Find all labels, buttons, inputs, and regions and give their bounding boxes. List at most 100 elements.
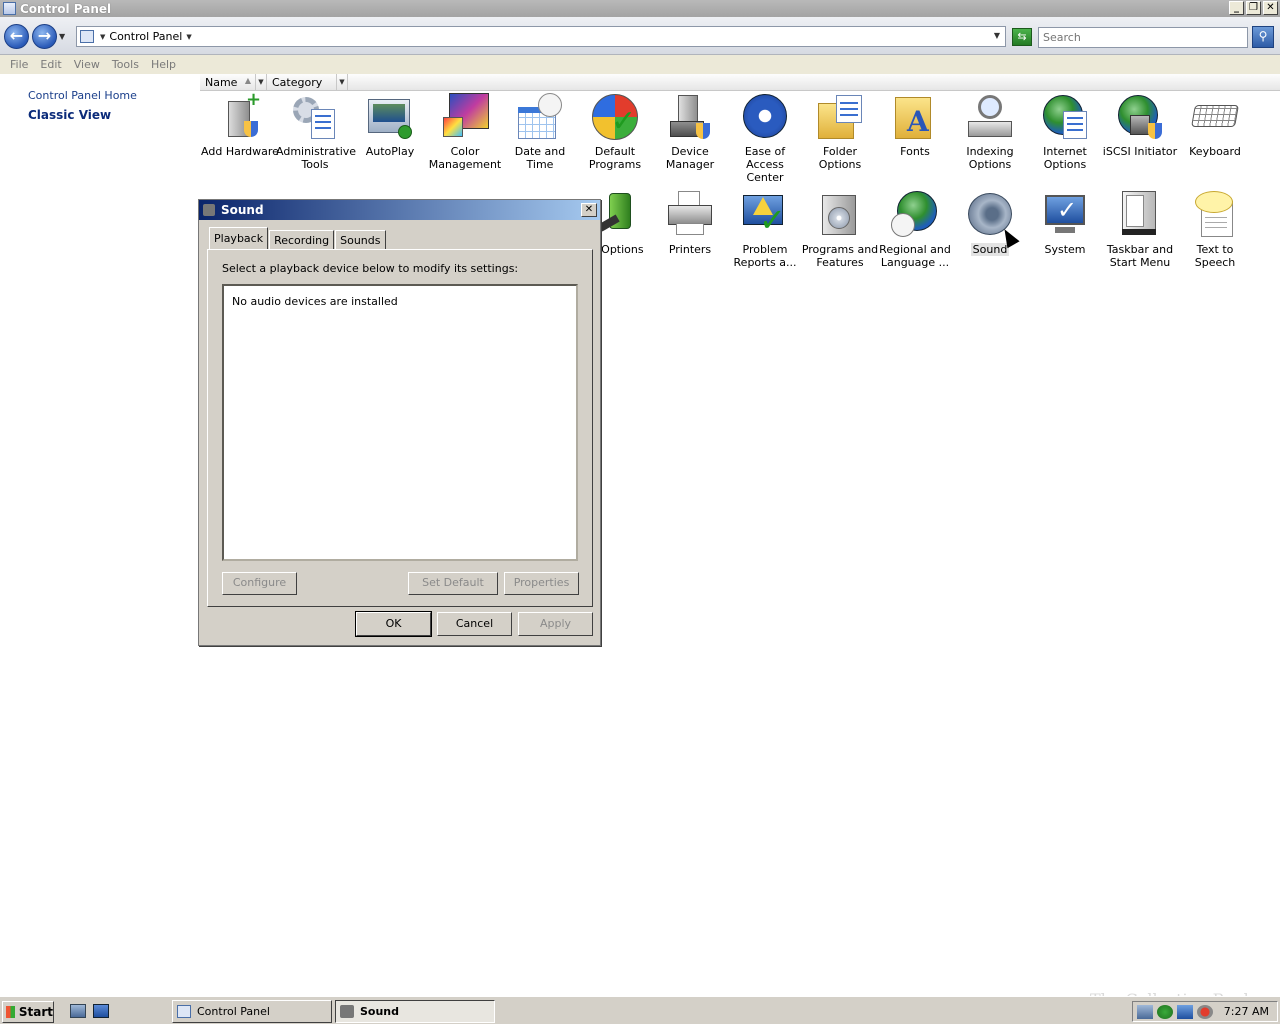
menu-bar: File Edit View Tools Help: [0, 55, 1280, 74]
playback-device-list[interactable]: No audio devices are installed: [222, 284, 578, 561]
dialog-title: Sound: [221, 203, 264, 217]
task-label: Sound: [360, 1005, 400, 1018]
ok-button[interactable]: OK: [355, 611, 432, 637]
maximize-button[interactable]: ❐: [1246, 1, 1261, 15]
menu-edit[interactable]: Edit: [34, 58, 67, 71]
item-regional-and-language[interactable]: Regional and Language ...: [876, 191, 954, 269]
tray-security-icon[interactable]: [1157, 1004, 1173, 1019]
indexing-options-icon: [966, 93, 1014, 141]
control-panel-task-icon: [177, 1005, 191, 1018]
item-taskbar-and-start-menu[interactable]: Taskbar and Start Menu: [1101, 191, 1179, 269]
item-label: Taskbar and Start Menu: [1106, 243, 1174, 269]
item-label: Folder Options: [818, 145, 862, 171]
properties-button[interactable]: Properties: [504, 572, 579, 595]
item-fonts[interactable]: A Fonts: [876, 93, 954, 158]
item-printers[interactable]: Printers: [651, 191, 729, 256]
dialog-close-button[interactable]: ✕: [581, 203, 597, 217]
tray-network-icon[interactable]: [1137, 1004, 1153, 1019]
item-label: Device Manager: [665, 145, 715, 171]
date-time-icon: [516, 93, 564, 141]
clock[interactable]: 7:27 AM: [1224, 1005, 1269, 1018]
window-controls: _ ❐ ✕: [1229, 1, 1278, 15]
tab-recording[interactable]: Recording: [269, 230, 335, 250]
no-devices-message: No audio devices are installed: [232, 295, 398, 308]
system-icon: ✓: [1041, 191, 1089, 239]
autoplay-icon: [366, 93, 414, 141]
breadcrumb-separator-icon[interactable]: ▼: [100, 33, 105, 41]
control-panel-home-link[interactable]: Control Panel Home: [28, 89, 137, 102]
address-bar[interactable]: ▼ Control Panel ▼ ▼: [76, 26, 1006, 47]
minimize-button[interactable]: _: [1229, 1, 1244, 15]
item-system[interactable]: ✓ System: [1026, 191, 1104, 256]
menu-tools[interactable]: Tools: [106, 58, 145, 71]
text-to-speech-icon: [1191, 191, 1239, 239]
task-control-panel[interactable]: Control Panel: [172, 1000, 332, 1023]
item-label: Color Management: [428, 145, 502, 171]
internet-options-icon: [1041, 93, 1089, 141]
tray-volume-muted-icon[interactable]: [1197, 1004, 1213, 1019]
item-folder-options[interactable]: Folder Options: [801, 93, 879, 171]
back-button[interactable]: ←: [4, 24, 29, 49]
item-add-hardware[interactable]: + Add Hardware: [201, 91, 279, 159]
item-programs-and-features[interactable]: Programs and Features: [801, 191, 879, 269]
item-label: Fonts: [900, 145, 930, 158]
column-category-filter-icon[interactable]: ▼: [337, 74, 348, 91]
item-iscsi-initiator[interactable]: iSCSI Initiator: [1101, 93, 1179, 158]
item-internet-options[interactable]: Internet Options: [1026, 93, 1104, 171]
item-label: Administrative Tools: [276, 145, 357, 171]
cancel-button[interactable]: Cancel: [437, 612, 512, 636]
item-keyboard[interactable]: Keyboard: [1176, 93, 1254, 158]
item-label: Sound: [970, 243, 1010, 256]
tab-sounds[interactable]: Sounds: [335, 230, 386, 250]
item-text-to-speech[interactable]: Text to Speech: [1176, 191, 1254, 269]
sound-dialog: Sound ✕ Playback Recording Sounds Select…: [198, 199, 601, 646]
tab-playback[interactable]: Playback: [209, 227, 269, 249]
menu-file[interactable]: File: [4, 58, 34, 71]
menu-help[interactable]: Help: [145, 58, 182, 71]
column-category[interactable]: Category: [267, 74, 337, 91]
set-default-button[interactable]: Set Default: [408, 572, 498, 595]
classic-view-link[interactable]: Classic View: [28, 108, 111, 122]
item-problem-reports[interactable]: ✓ Problem Reports a...: [726, 191, 804, 269]
close-button[interactable]: ✕: [1263, 1, 1278, 15]
forward-button[interactable]: →: [32, 24, 57, 49]
column-category-label: Category: [272, 76, 323, 89]
ease-of-access-icon: [741, 93, 789, 141]
tray-display-icon[interactable]: [1177, 1004, 1193, 1019]
configure-button[interactable]: Configure: [222, 572, 297, 595]
menu-view[interactable]: View: [68, 58, 106, 71]
item-autoplay[interactable]: AutoPlay: [351, 93, 429, 158]
task-sound[interactable]: Sound: [335, 1000, 495, 1023]
search-icon[interactable]: ⚲: [1252, 26, 1274, 48]
regional-language-icon: [891, 191, 939, 239]
search-input[interactable]: [1038, 27, 1248, 48]
item-default-programs[interactable]: ✓ Default Programs: [576, 93, 654, 171]
playback-panel: Select a playback device below to modify…: [207, 249, 593, 607]
windows-flag-icon: [6, 1006, 15, 1018]
breadcrumb-control-panel[interactable]: Control Panel: [109, 30, 182, 43]
apply-button[interactable]: Apply: [518, 612, 593, 636]
address-history-dropdown-icon[interactable]: ▼: [994, 31, 1000, 40]
item-label: System: [1044, 243, 1086, 256]
item-device-manager[interactable]: Device Manager: [651, 93, 729, 171]
recent-pages-dropdown[interactable]: ▼: [59, 32, 65, 41]
item-label: AutoPlay: [365, 145, 415, 158]
item-indexing-options[interactable]: Indexing Options: [951, 93, 1029, 171]
item-label: Default Programs: [588, 145, 642, 171]
server-manager-icon[interactable]: [70, 1004, 86, 1018]
default-programs-icon: ✓: [591, 93, 639, 141]
show-desktop-icon[interactable]: [93, 1004, 109, 1018]
item-administrative-tools[interactable]: Administrative Tools: [276, 93, 357, 171]
dialog-titlebar[interactable]: Sound: [199, 200, 600, 220]
refresh-button[interactable]: ⇆: [1012, 28, 1032, 46]
window-titlebar[interactable]: Control Panel _ ❐ ✕: [0, 0, 1280, 17]
taskbar-start-menu-icon: [1116, 191, 1164, 239]
sort-ascending-icon: ▲: [244, 76, 251, 85]
playback-instruction: Select a playback device below to modify…: [222, 262, 519, 275]
item-ease-of-access[interactable]: Ease of Access Center: [726, 93, 804, 184]
item-date-and-time[interactable]: Date and Time: [501, 93, 579, 171]
item-sound[interactable]: Sound: [951, 191, 1029, 256]
start-button[interactable]: Start: [2, 1001, 54, 1023]
item-color-management[interactable]: Color Management: [426, 93, 504, 171]
breadcrumb-dropdown-icon[interactable]: ▼: [186, 33, 191, 41]
